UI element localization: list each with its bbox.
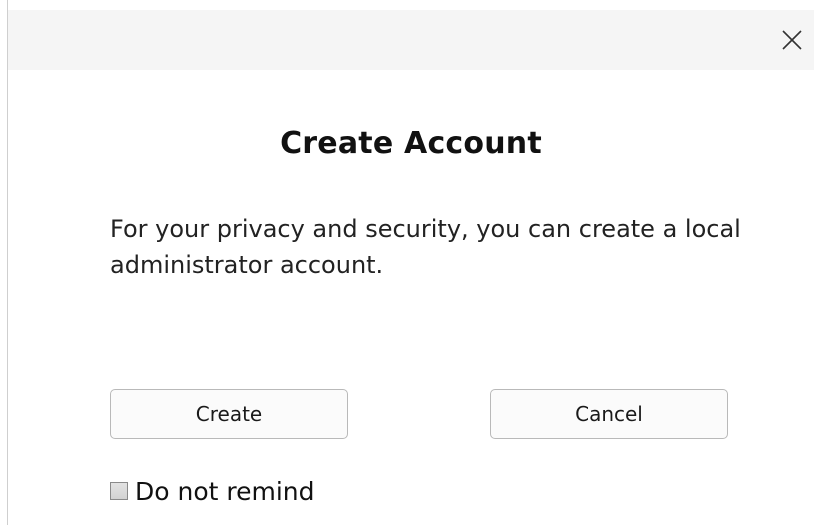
title-bar	[8, 10, 814, 70]
dialog-title: Create Account	[280, 126, 542, 161]
create-button[interactable]: Create	[110, 389, 348, 439]
do-not-remind-option[interactable]: Do not remind	[110, 475, 315, 507]
close-button[interactable]	[770, 10, 814, 70]
do-not-remind-checkbox[interactable]	[110, 482, 128, 500]
close-icon	[782, 30, 802, 50]
cancel-button[interactable]: Cancel	[490, 389, 728, 439]
window-border	[7, 0, 8, 525]
do-not-remind-label: Do not remind	[135, 476, 315, 506]
create-account-dialog: Create Account For your privacy and secu…	[0, 0, 814, 525]
dialog-message: For your privacy and security, you can c…	[110, 215, 741, 279]
